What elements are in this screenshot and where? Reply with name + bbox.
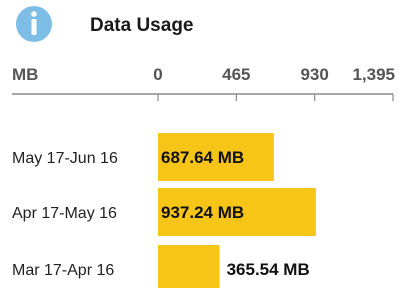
header: Data Usage [16, 6, 194, 42]
info-icon [16, 6, 52, 42]
category-label: May 17-Jun 16 [12, 150, 118, 167]
x-tick-label: 0 [153, 65, 162, 84]
category-label: Apr 17-May 16 [12, 205, 117, 222]
x-tick-label: 1,395 [352, 65, 395, 84]
chart-title: Data Usage [90, 15, 194, 36]
value-label: 687.64 MB [161, 148, 244, 167]
value-label: 937.24 MB [161, 203, 244, 222]
x-tick-label: 465 [222, 65, 250, 84]
bars: May 17-Jun 16 687.64 MB Apr 17-May 16 937.2… [12, 133, 316, 288]
x-axis-label: MB [12, 65, 38, 84]
value-label: 365.54 MB [227, 260, 310, 279]
x-tick-marks [157, 94, 394, 101]
x-tick-labels: 0 465 930 1,395 [153, 65, 395, 84]
bar [158, 245, 220, 288]
data-usage-chart: Data Usage MB 0 465 930 1,395 May 17-Jun 16… [12, 6, 395, 288]
x-tick-label: 930 [300, 65, 328, 84]
category-label: Mar 17-Apr 16 [12, 262, 114, 279]
